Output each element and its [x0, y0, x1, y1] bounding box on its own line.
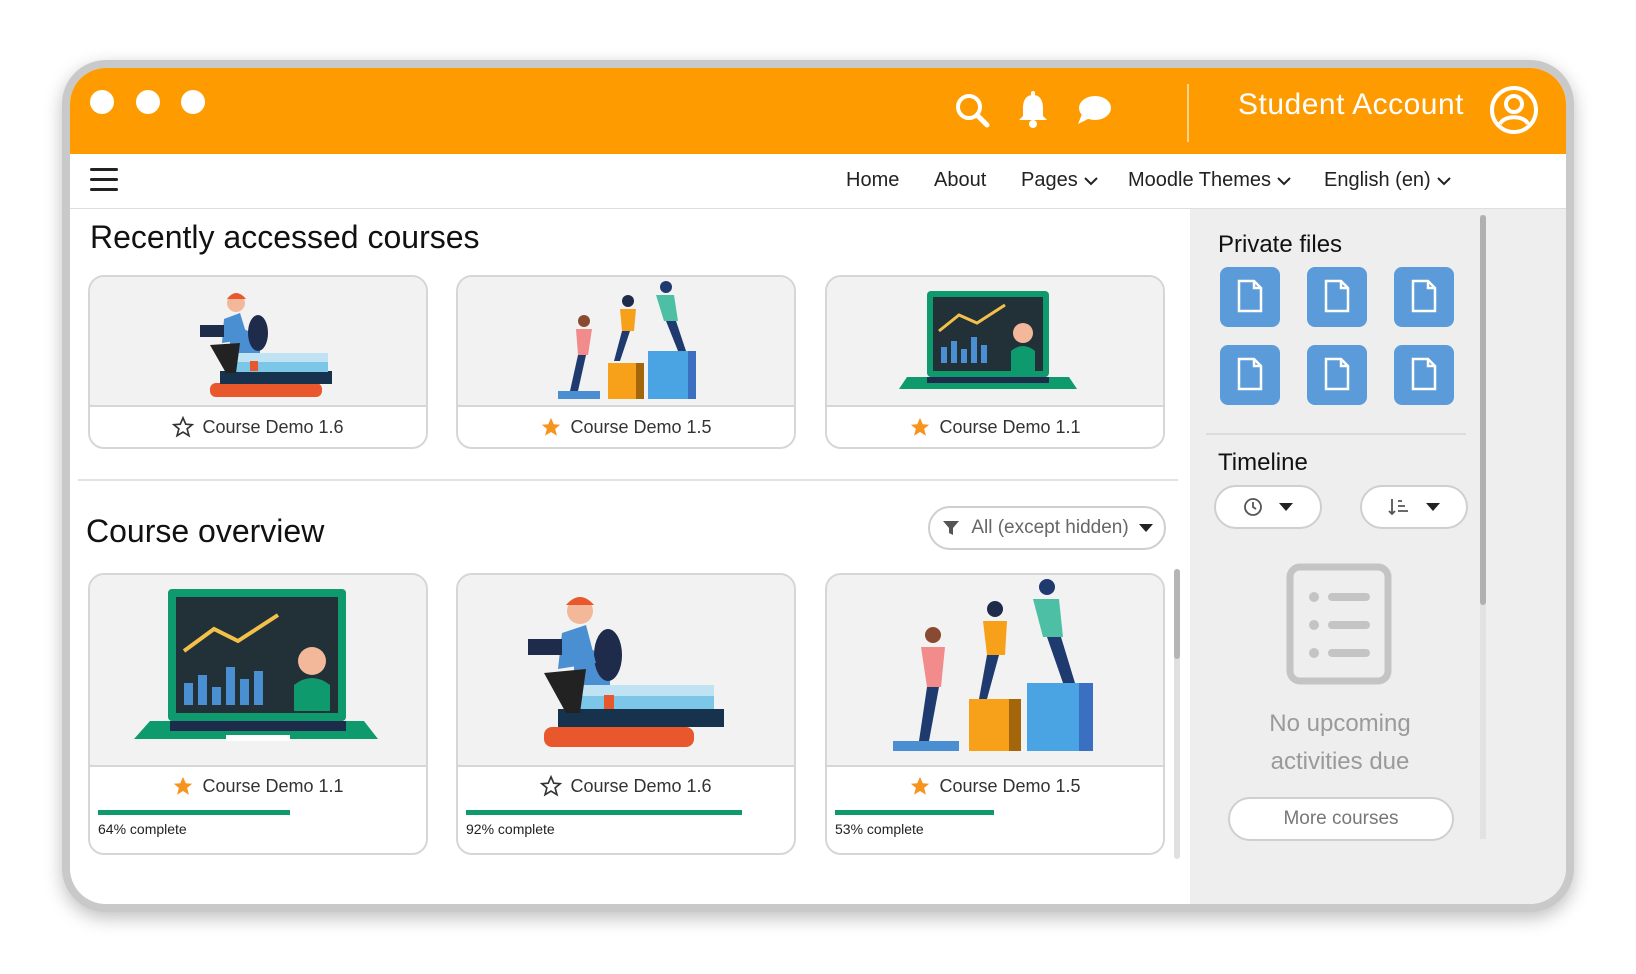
- recent-course-card[interactable]: Course Demo 1.5: [456, 275, 796, 449]
- laptop-illustration: [90, 575, 426, 767]
- chat-icon[interactable]: [1074, 90, 1114, 130]
- sidebar-scrollbar-thumb[interactable]: [1480, 215, 1486, 605]
- nav-language-label: English (en): [1324, 169, 1431, 191]
- reading-illustration: [90, 277, 426, 407]
- timeline-date-filter[interactable]: [1214, 485, 1322, 529]
- file-icon[interactable]: [1220, 345, 1280, 405]
- timeline-sort-button[interactable]: [1360, 485, 1468, 529]
- caret-down-icon: [1279, 503, 1293, 511]
- course-footer: Course Demo 1.1: [827, 407, 1163, 447]
- star-filled-icon[interactable]: [909, 775, 931, 797]
- star-filled-icon[interactable]: [540, 416, 562, 438]
- progress-bar: [466, 810, 766, 815]
- file-icon[interactable]: [1394, 345, 1454, 405]
- account-label[interactable]: Student Account: [1238, 88, 1464, 122]
- course-footer: Course Demo 1.5 53% complete: [827, 767, 1163, 853]
- course-name[interactable]: Course Demo 1.5: [570, 417, 711, 438]
- course-name[interactable]: Course Demo 1.1: [202, 776, 343, 797]
- nav-moodle-themes-label: Moodle Themes: [1128, 169, 1272, 191]
- right-sidebar: Private files Timeline No upcoming activ…: [1190, 209, 1566, 904]
- file-icon[interactable]: [1307, 267, 1367, 327]
- progress-bar: [835, 810, 1135, 815]
- progress-label: 64% complete: [98, 821, 187, 837]
- caret-down-icon: [1138, 524, 1153, 532]
- caret-down-icon: [1426, 503, 1440, 511]
- empty-list-icon: [1286, 563, 1392, 685]
- chevron-down-icon: [1084, 176, 1098, 185]
- nav-pages[interactable]: Pages: [1021, 169, 1098, 192]
- course-footer: Course Demo 1.6 92% complete: [458, 767, 794, 853]
- recent-course-card[interactable]: Course Demo 1.1: [825, 275, 1165, 449]
- progress-label: 53% complete: [835, 821, 924, 837]
- window-dot-minimize[interactable]: [136, 90, 160, 114]
- overview-course-card[interactable]: Course Demo 1.5 53% complete: [825, 573, 1165, 855]
- progress-label: 92% complete: [466, 821, 555, 837]
- top-bar: Student Account: [70, 68, 1566, 154]
- teamwork-illustration: [458, 277, 794, 407]
- star-outline-icon[interactable]: [540, 775, 563, 797]
- no-upcoming-message: No upcoming activities due: [1269, 710, 1411, 775]
- file-icon[interactable]: [1307, 345, 1367, 405]
- sidebar-scrollbar[interactable]: [1480, 215, 1486, 839]
- recent-courses-title: Recently accessed courses: [90, 219, 480, 255]
- filter-icon: [943, 521, 960, 535]
- nav-pages-label: Pages: [1021, 169, 1078, 191]
- teamwork-illustration: [827, 575, 1163, 767]
- main-scrollbar-thumb[interactable]: [1174, 569, 1180, 659]
- top-bar-divider: [1187, 84, 1189, 142]
- nav-home-label: Home: [846, 169, 900, 191]
- timeline-title: Timeline: [1218, 449, 1308, 476]
- chevron-down-icon: [1437, 176, 1451, 185]
- user-circle-icon[interactable]: [1488, 84, 1540, 136]
- star-filled-icon[interactable]: [909, 416, 931, 438]
- clock-icon: [1244, 498, 1262, 516]
- nav-language[interactable]: English (en): [1324, 169, 1451, 192]
- window-dot-close[interactable]: [90, 90, 114, 114]
- laptop-illustration: [827, 277, 1163, 407]
- overview-course-card[interactable]: Course Demo 1.1 64% complete: [88, 573, 428, 855]
- course-overview-title: Course overview: [86, 513, 325, 549]
- progress-bar: [98, 810, 398, 815]
- star-filled-icon[interactable]: [172, 775, 194, 797]
- sidebar-divider: [1206, 433, 1466, 435]
- chevron-down-icon: [1277, 176, 1291, 185]
- course-name[interactable]: Course Demo 1.6: [202, 417, 343, 438]
- bell-icon[interactable]: [1013, 90, 1053, 130]
- window-dot-maximize[interactable]: [181, 90, 205, 114]
- nav-bar: Home About Pages Moodle Themes English (…: [70, 154, 1566, 209]
- sort-icon: [1388, 499, 1408, 516]
- more-courses-button[interactable]: More courses: [1228, 797, 1454, 841]
- course-name[interactable]: Course Demo 1.5: [939, 776, 1080, 797]
- private-files-title: Private files: [1218, 231, 1343, 258]
- star-outline-icon[interactable]: [172, 416, 195, 438]
- filter-label: All (except hidden): [971, 517, 1129, 538]
- course-name[interactable]: Course Demo 1.1: [939, 417, 1080, 438]
- file-icon[interactable]: [1220, 267, 1280, 327]
- recent-course-card[interactable]: Course Demo 1.6: [88, 275, 428, 449]
- reading-illustration: [458, 575, 794, 767]
- nav-about[interactable]: About: [934, 169, 986, 192]
- overview-course-card[interactable]: Course Demo 1.6 92% complete: [456, 573, 796, 855]
- main-scrollbar[interactable]: [1174, 569, 1180, 859]
- nav-home[interactable]: Home: [846, 169, 899, 192]
- main-content: Recently accessed courses Course Demo 1.…: [70, 209, 1190, 904]
- course-footer: Course Demo 1.6: [90, 407, 426, 447]
- section-divider: [78, 479, 1178, 481]
- nav-moodle-themes[interactable]: Moodle Themes: [1128, 169, 1291, 192]
- app-window: Student Account Home About Pages Moodle …: [70, 68, 1566, 904]
- search-icon[interactable]: [952, 90, 992, 130]
- course-footer: Course Demo 1.5: [458, 407, 794, 447]
- course-footer: Course Demo 1.1 64% complete: [90, 767, 426, 853]
- nav-about-label: About: [934, 169, 987, 191]
- course-filter-dropdown[interactable]: All (except hidden): [928, 506, 1166, 550]
- file-icon[interactable]: [1394, 267, 1454, 327]
- course-name[interactable]: Course Demo 1.6: [570, 776, 711, 797]
- menu-icon[interactable]: [90, 168, 118, 192]
